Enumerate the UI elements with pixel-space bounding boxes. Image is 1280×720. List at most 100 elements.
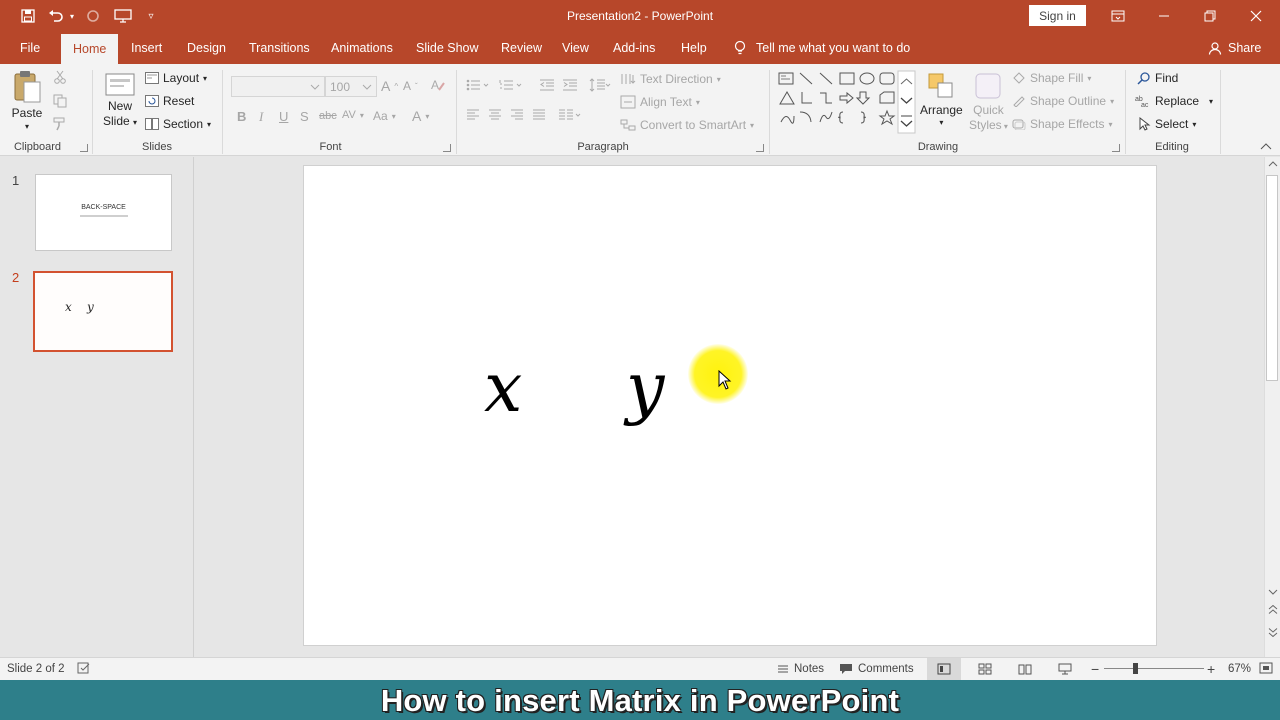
reading-view-icon[interactable]	[1018, 663, 1032, 675]
align-right-icon[interactable]	[510, 109, 524, 121]
comments-button[interactable]: Comments	[839, 663, 914, 675]
replace-button[interactable]: ab ac Replace ▾	[1135, 94, 1213, 108]
numbering-icon[interactable]	[499, 79, 523, 91]
paint-bucket-icon	[1013, 72, 1025, 84]
restore-icon[interactable]	[1198, 4, 1222, 28]
text-shadow-icon[interactable]: S	[300, 109, 309, 124]
character-spacing-icon[interactable]: AV ▾	[342, 109, 364, 121]
reset-button[interactable]: Reset	[145, 94, 194, 108]
clipboard-launcher-icon[interactable]	[80, 144, 88, 152]
cut-icon[interactable]	[53, 70, 67, 84]
line-spacing-icon[interactable]	[589, 78, 611, 92]
share-button[interactable]: Share	[1208, 41, 1261, 55]
increase-font-size-icon[interactable]: A ^	[381, 78, 398, 94]
paste-label: Paste	[11, 106, 43, 120]
italic-icon[interactable]: I	[259, 109, 263, 125]
decrease-font-size-icon[interactable]: Aˇ	[403, 79, 418, 93]
previous-slide-icon[interactable]	[1268, 605, 1278, 615]
ribbon-display-options-icon[interactable]	[1106, 4, 1130, 28]
zoom-slider-track[interactable]	[1104, 668, 1204, 669]
change-case-button[interactable]: Aa ▾	[373, 109, 396, 123]
clear-formatting-icon[interactable]: A	[430, 78, 446, 92]
slide-sorter-view-icon[interactable]	[978, 663, 992, 675]
scroll-down-icon[interactable]	[1268, 589, 1278, 595]
copy-icon[interactable]	[53, 94, 67, 108]
comments-label: Comments	[858, 663, 914, 675]
spell-check-icon[interactable]	[77, 662, 91, 674]
notes-button[interactable]: Notes	[777, 663, 824, 675]
scrollbar-thumb[interactable]	[1266, 175, 1278, 381]
quick-styles-button[interactable]: Quick Styles ▾	[969, 70, 1008, 132]
shape-effects-dropdown-icon: ▾	[1108, 119, 1113, 129]
slide-canvas[interactable]: x y	[303, 165, 1157, 646]
text-direction-button[interactable]: Text Direction ▾	[620, 72, 721, 86]
tab-animations[interactable]: Animations	[331, 41, 393, 55]
align-center-icon[interactable]	[488, 109, 502, 121]
thumbnail-number: 2	[12, 270, 20, 285]
fit-to-window-icon[interactable]	[1259, 662, 1273, 674]
convert-smartart-button[interactable]: Convert to SmartArt ▾	[620, 118, 754, 132]
font-size-value: 100	[330, 79, 351, 94]
font-name-select[interactable]	[231, 76, 325, 97]
tab-review[interactable]: Review	[501, 41, 542, 55]
shapes-gallery[interactable]	[776, 70, 916, 134]
minimize-icon[interactable]	[1152, 4, 1176, 28]
slideshow-view-icon[interactable]	[1058, 663, 1072, 675]
tab-transitions[interactable]: Transitions	[249, 41, 310, 55]
paragraph-launcher-icon[interactable]	[756, 144, 764, 152]
increase-indent-icon[interactable]	[562, 79, 578, 91]
columns-icon[interactable]	[558, 109, 582, 121]
shape-effects-button[interactable]: Shape Effects ▾	[1012, 117, 1113, 131]
math-variable-y[interactable]: y	[626, 349, 664, 428]
tab-design[interactable]: Design	[187, 41, 226, 55]
zoom-out-icon[interactable]: −	[1091, 661, 1099, 677]
font-color-button[interactable]: A ▾	[412, 108, 429, 124]
math-variable-x[interactable]: x	[484, 349, 522, 428]
bullets-icon[interactable]	[466, 79, 490, 91]
bold-icon[interactable]: B	[237, 109, 246, 124]
quick-styles-label-2: Styles	[969, 118, 1002, 132]
tab-file[interactable]: File	[20, 41, 40, 55]
arrange-icon	[928, 73, 953, 98]
caption-banner: How to insert Matrix in PowerPoint	[0, 680, 1280, 720]
tab-view[interactable]: View	[562, 41, 589, 55]
justify-icon[interactable]	[532, 109, 546, 121]
zoom-in-icon[interactable]: +	[1207, 661, 1215, 677]
align-text-button[interactable]: Align Text ▾	[620, 95, 700, 109]
paste-button[interactable]: Paste ▾	[11, 70, 43, 131]
tab-help[interactable]: Help	[681, 41, 707, 55]
shape-fill-button[interactable]: Shape Fill ▾	[1012, 71, 1091, 85]
section-button[interactable]: Section ▾	[145, 117, 211, 131]
tell-me-search[interactable]: Tell me what you want to do	[734, 40, 910, 56]
font-size-select[interactable]: 100	[325, 76, 377, 97]
zoom-level[interactable]: 67%	[1228, 663, 1251, 675]
select-button[interactable]: Select ▾	[1137, 117, 1196, 131]
align-left-icon[interactable]	[466, 109, 480, 121]
convert-smartart-label: Convert to SmartArt	[640, 118, 747, 132]
zoom-slider-thumb[interactable]	[1133, 663, 1138, 674]
decrease-indent-icon[interactable]	[539, 79, 555, 91]
find-button[interactable]: Find	[1137, 71, 1178, 85]
pen-icon	[1013, 96, 1025, 107]
layout-button[interactable]: Layout ▾	[145, 71, 207, 85]
scroll-up-icon[interactable]	[1268, 161, 1278, 167]
strikethrough-icon[interactable]: abc	[319, 110, 337, 122]
close-icon[interactable]	[1244, 4, 1268, 28]
shape-outline-button[interactable]: Shape Outline ▾	[1012, 94, 1114, 108]
tab-insert[interactable]: Insert	[131, 41, 162, 55]
font-launcher-icon[interactable]	[443, 144, 451, 152]
slide-thumbnail-2[interactable]: x y	[33, 271, 173, 352]
tab-slide-show[interactable]: Slide Show	[416, 41, 479, 55]
drawing-launcher-icon[interactable]	[1112, 144, 1120, 152]
format-painter-icon[interactable]	[53, 117, 67, 131]
normal-view-button[interactable]	[927, 658, 961, 680]
tab-home[interactable]: Home	[61, 34, 119, 64]
new-slide-button[interactable]: New Slide ▾	[103, 72, 137, 128]
underline-icon[interactable]: U	[279, 109, 288, 124]
sign-in-button[interactable]: Sign in	[1029, 5, 1086, 26]
tab-add-ins[interactable]: Add-ins	[613, 41, 655, 55]
slide-thumbnail-1[interactable]: BACK-SPACE	[35, 174, 172, 251]
next-slide-icon[interactable]	[1268, 627, 1278, 637]
arrange-button[interactable]: Arrange ▾	[920, 70, 963, 127]
collapse-ribbon-icon[interactable]	[1260, 142, 1272, 150]
